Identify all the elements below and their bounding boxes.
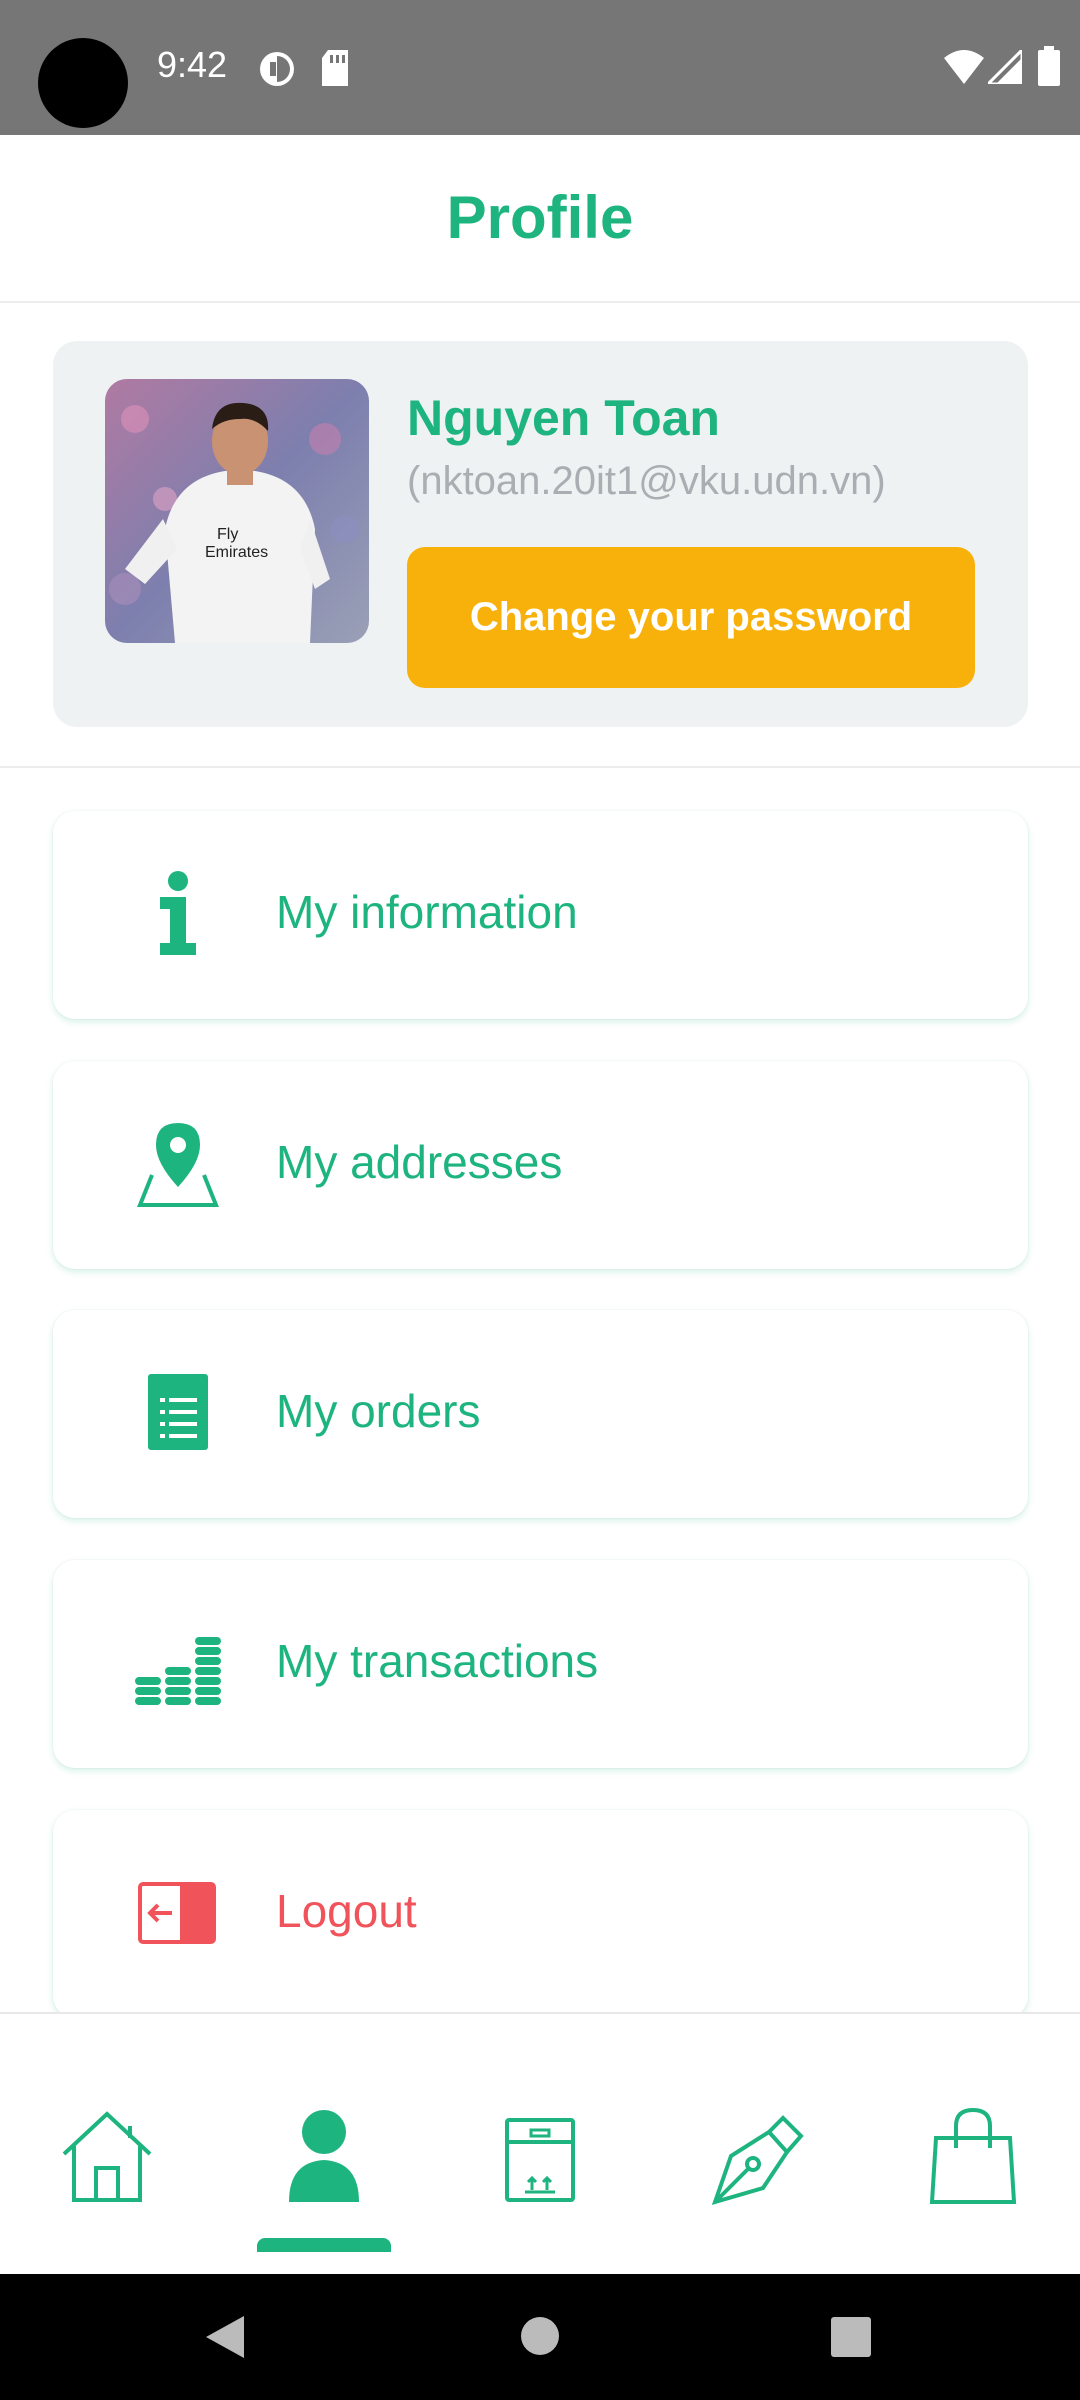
menu-item-my-transactions[interactable]: My transactions [53, 1560, 1028, 1768]
recents-icon[interactable] [830, 2316, 872, 2358]
avatar[interactable]: Fly Emirates [105, 379, 369, 643]
system-navigation-bar [0, 2274, 1080, 2400]
menu-label: My orders [276, 1385, 481, 1437]
data-saver-icon [260, 52, 294, 86]
home-circle-icon[interactable] [520, 2316, 560, 2356]
menu-label: Logout [276, 1885, 417, 1937]
orders-list-icon [148, 1374, 208, 1450]
menu-label: My information [276, 886, 578, 938]
map-pin-icon [137, 1123, 219, 1207]
wifi-icon [944, 50, 984, 84]
home-icon[interactable] [52, 2102, 162, 2212]
menu-item-logout[interactable]: Logout [53, 1810, 1028, 2018]
user-icon[interactable] [269, 2102, 379, 2212]
profile-card: Fly Emirates Nguyen Toan (nktoan.20it1@v… [53, 341, 1028, 727]
menu-item-my-orders[interactable]: My orders [53, 1310, 1028, 1518]
info-icon [160, 871, 196, 955]
box-icon[interactable] [485, 2102, 595, 2212]
logout-icon [138, 1882, 216, 1944]
menu-item-my-addresses[interactable]: My addresses [53, 1061, 1028, 1269]
pen-icon[interactable] [701, 2102, 811, 2212]
status-time: 9:42 [157, 44, 228, 85]
cell-signal-icon [988, 50, 1022, 84]
active-tab-indicator [257, 2238, 391, 2252]
camera-cutout [38, 38, 128, 128]
coins-icon [133, 1635, 223, 1707]
avatar-photo: Fly Emirates [105, 379, 369, 643]
page-title: Profile [446, 184, 634, 251]
menu-item-my-information[interactable]: My information [53, 811, 1028, 1019]
menu-label: My transactions [276, 1635, 599, 1687]
user-email: (nktoan.20it1@vku.udn.vn) [407, 459, 886, 503]
svg-text:Fly: Fly [217, 526, 238, 543]
section-divider [0, 766, 1080, 768]
change-password-button[interactable]: Change your password [407, 547, 975, 688]
back-icon[interactable] [200, 2312, 250, 2362]
shopping-bag-icon[interactable] [918, 2102, 1028, 2212]
bottom-navigation [0, 2012, 1080, 2274]
sd-card-icon [322, 50, 348, 86]
menu-label: My addresses [276, 1136, 563, 1188]
status-bar: 9:42 [0, 0, 1080, 135]
svg-text:Emirates: Emirates [205, 544, 268, 561]
app-header: Profile [0, 135, 1080, 303]
battery-icon [1038, 46, 1060, 86]
user-name: Nguyen Toan [407, 390, 720, 446]
